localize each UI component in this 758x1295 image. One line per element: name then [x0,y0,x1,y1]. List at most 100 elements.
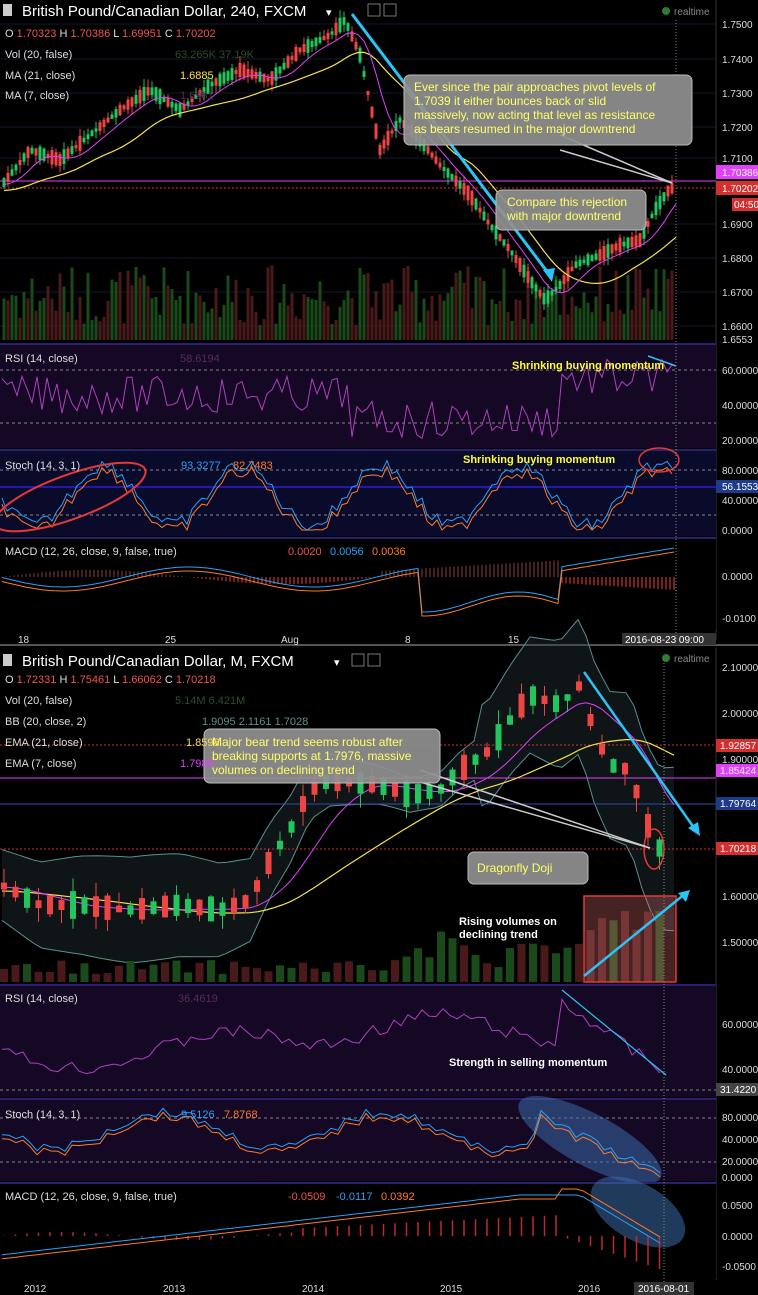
svg-text:0.0020: 0.0020 [288,546,322,558]
rsi-value: 58.6194 [180,353,220,365]
bottom-annotation-box: Major bear trend seems robust after brea… [203,728,441,784]
svg-text:2016-08-01: 2016-08-01 [638,1284,690,1295]
stoch-note: Shrinking buying momentum [463,454,615,466]
svg-text:25: 25 [165,635,177,646]
svg-text:1.50000: 1.50000 [722,938,758,949]
svg-text:15: 15 [508,635,520,646]
ema7-legend[interactable]: EMA (7, close) [5,758,77,770]
rsi-note: Strength in selling momentum [449,1057,608,1069]
price-tick-label: 1.7300 [722,89,753,100]
svg-text:40.0000: 40.0000 [722,496,758,507]
svg-text:0.0056: 0.0056 [330,546,364,558]
svg-text:Dragonfly Doji: Dragonfly Doji [477,861,552,875]
svg-text:36.4619: 36.4619 [178,993,218,1005]
ma21-legend[interactable]: MA (21, close) [5,70,75,82]
svg-text:56.1553: 56.1553 [722,482,758,493]
stoch-k-value: 93.3277 [181,460,221,472]
bottom-chart-title[interactable]: British Pound/Canadian Dollar, M, FXCM [22,653,294,670]
top-rsi-pane: RSI (14, close) 58.6194 Shrinking buying… [0,343,758,448]
svg-text:as bears resumed in the major: as bears resumed in the major downtrend [414,122,635,136]
top-price-axis: 1.7500 1.7400 1.7300 1.7200 1.7100 1.6900 1.68… [715,0,758,640]
realtime-dot-icon [662,7,670,15]
rsi-legend[interactable]: RSI (14, close) [5,353,78,365]
volume-note-line-1: Rising volumes on [459,916,557,928]
main-annotation-box: Ever since the pair approaches pivot lev… [403,74,693,146]
vol-legend[interactable]: Vol (20, false) [5,49,72,61]
svg-text:0.0000: 0.0000 [722,572,753,583]
svg-text:Major bear trend seems robust: Major bear trend seems robust after [212,735,403,749]
vol-legend[interactable]: Vol (20, false) [5,695,72,707]
rsi-note: Shrinking buying momentum [512,360,664,372]
stoch-legend[interactable]: Stoch (14, 3, 1) [5,460,80,472]
svg-text:volumes on declining trend: volumes on declining trend [212,763,355,777]
svg-text:massively, now acting that lev: massively, now acting that level as resi… [414,108,656,122]
svg-text:5.14M 6.421M: 5.14M 6.421M [175,695,245,707]
svg-text:2016: 2016 [578,1284,601,1295]
svg-text:1.7039 it either bounces back: 1.7039 it either bounces back or slid [414,94,606,108]
rsi-legend[interactable]: RSI (14, close) [5,993,78,1005]
svg-text:0.0000: 0.0000 [722,1232,753,1243]
svg-text:realtime: realtime [674,654,710,665]
svg-text:with major downtrend: with major downtrend [506,209,621,223]
bb-legend[interactable]: BB (20, close, 2) [5,716,86,728]
bottom-time-axis: 2012 2013 2014 2015 2016 2016-08-01 [24,1282,694,1295]
svg-text:1.79764: 1.79764 [720,799,757,810]
price-tick-label: 1.6900 [722,220,753,231]
svg-text:-0.0117: -0.0117 [336,1191,373,1203]
svg-text:2013: 2013 [163,1284,186,1295]
ema21-legend[interactable]: EMA (21, close) [5,737,83,749]
price-tick-label: 1.7500 [722,20,753,31]
svg-text:1.7988: 1.7988 [180,758,214,770]
stoch-legend[interactable]: Stoch (14, 3, 1) [5,1109,80,1121]
vol-values: 63.265K 37.19K [175,49,255,61]
svg-text:2.10000: 2.10000 [722,663,758,674]
svg-text:80.0000: 80.0000 [722,1113,758,1124]
svg-text:40.0000: 40.0000 [722,1135,758,1146]
realtime-label: realtime [674,7,710,18]
svg-text:8: 8 [405,635,411,646]
svg-text:2014: 2014 [302,1284,325,1295]
collapse-icon[interactable] [3,4,12,16]
svg-text:1.60000: 1.60000 [722,892,758,903]
svg-text:0.0036: 0.0036 [372,546,406,558]
price-tick-label: 1.7200 [722,123,753,134]
bottom-rsi-pane: RSI (14, close) 36.4619 Strength in sell… [0,984,758,1097]
price-tick-label: 1.6700 [722,288,753,299]
svg-text:-0.0100: -0.0100 [722,614,756,625]
svg-text:0.0000: 0.0000 [722,526,753,537]
top-stoch-pane: Stoch (14, 3, 1) 93.3277 82.7483 Shrinki… [0,447,758,537]
top-chart-title[interactable]: British Pound/Canadian Dollar, 240, FXCM [22,3,306,20]
svg-text:1.70202: 1.70202 [722,184,758,195]
svg-text:1.92857: 1.92857 [720,741,757,752]
top-price-pane: Ever since the pair approaches pivot lev… [0,0,716,340]
svg-text:breaking supports at 1.7976, m: breaking supports at 1.7976, massive [212,749,412,763]
realtime-dot-icon [662,654,670,662]
svg-text:Aug: Aug [281,635,299,646]
svg-text:31.4220: 31.4220 [720,1085,757,1096]
svg-text:9.5126: 9.5126 [181,1109,215,1121]
svg-text:18: 18 [18,635,30,646]
top-macd-pane: MACD (12, 26, close, 9, false, true) 0.0… [0,537,756,630]
annotation-line-1: Ever since the pair approaches pivot lev… [414,80,656,94]
svg-text:0.0392: 0.0392 [381,1191,415,1203]
svg-text:2015: 2015 [440,1284,463,1295]
symbol-dropdown-icon[interactable]: ▾ [326,7,332,19]
macd-legend[interactable]: MACD (12, 26, close, 9, false, true) [5,546,177,558]
stoch-d-value: 82.7483 [233,460,273,472]
svg-text:40.0000: 40.0000 [722,1065,758,1076]
ma7-legend[interactable]: MA (7, close) [5,90,69,102]
svg-text:1.70218: 1.70218 [720,844,757,855]
macd-legend[interactable]: MACD (12, 26, close, 9, false, true) [5,1191,177,1203]
ohlc-readout: O 1.72331 H 1.75461 L 1.66062 C 1.70218 [5,674,216,686]
symbol-dropdown-icon[interactable]: ▾ [334,657,340,669]
price-tick-label: 1.6553 [722,335,753,346]
price-tick-label: 1.7100 [722,154,753,165]
price-tick-label: 1.6600 [722,322,753,333]
svg-text:60.0000: 60.0000 [722,1020,758,1031]
doji-annotation-box: Dragonfly Doji [467,851,589,885]
ma21-value: 1.6885 [180,70,214,82]
svg-text:-0.0509: -0.0509 [288,1191,325,1203]
svg-text:1.70386: 1.70386 [722,168,758,179]
svg-text:2016-08-23 09:00: 2016-08-23 09:00 [625,635,704,646]
collapse-icon[interactable] [3,654,12,666]
